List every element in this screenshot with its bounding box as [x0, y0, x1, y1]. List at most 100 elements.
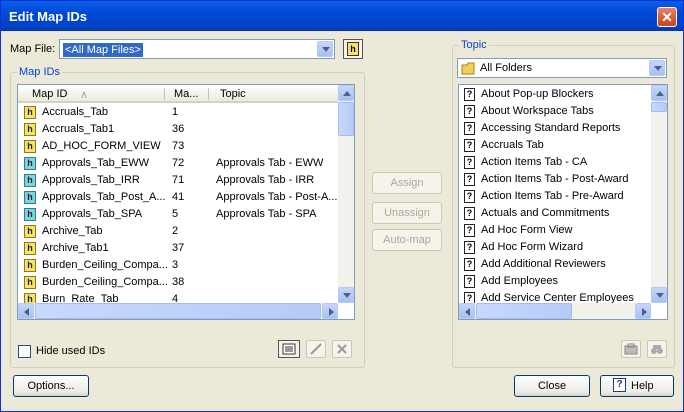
map-ids-group-label: Map IDs	[17, 66, 62, 78]
topic-label: Accessing Standard Reports	[481, 122, 621, 134]
scroll-left-icon[interactable]	[18, 303, 34, 319]
map-number-cell: 37	[172, 242, 185, 254]
column-divider[interactable]	[164, 88, 165, 100]
table-row[interactable]: h Burden_Ceiling_Compa... 3	[18, 257, 338, 274]
topic-icon: ?	[464, 207, 475, 220]
close-button[interactable]: Close	[514, 375, 590, 397]
map-ids-list[interactable]: Map ID ∧ Ma... Topic h Accruals_Tab 1 h Accr…	[17, 84, 355, 320]
options-button[interactable]: Options...	[13, 375, 89, 397]
table-row[interactable]: h Accruals_Tab 1	[18, 104, 338, 121]
map-number-cell: 72	[172, 157, 185, 169]
delete-x-icon	[337, 344, 347, 354]
auto-map-button[interactable]: Auto-map	[372, 229, 442, 251]
topic-icon: ?	[464, 258, 475, 271]
assigned-map-id-icon: h	[24, 208, 36, 221]
topic-cell: Approvals Tab - IRR	[216, 174, 315, 186]
table-row[interactable]: h Approvals_Tab_Post_A... 41 Approvals Tab …	[18, 189, 338, 206]
scroll-down-icon[interactable]	[338, 287, 354, 303]
topic-hscrollbar[interactable]	[459, 303, 651, 319]
scroll-left-icon[interactable]	[459, 303, 475, 319]
scroll-up-icon[interactable]	[651, 85, 667, 101]
topic-vscrollbar[interactable]	[651, 85, 667, 303]
map-id-icon: h	[24, 276, 36, 289]
toolbox-icon	[624, 343, 638, 355]
list-item[interactable]: ? Ad Hoc Form Wizard	[459, 239, 651, 256]
map-id-cell: Archive_Tab	[42, 225, 103, 237]
table-row[interactable]: h AD_HOC_FORM_VIEW 73	[18, 138, 338, 155]
column-map-id[interactable]: Map ID	[32, 88, 67, 100]
topic-list[interactable]: ? About Pop-up Blockers? About Workspace T…	[458, 84, 668, 320]
map-id-icon: h	[24, 106, 36, 119]
list-item[interactable]: ? Add Additional Reviewers	[459, 256, 651, 273]
list-item[interactable]: ? Action Items Tab - CA	[459, 154, 651, 171]
chevron-down-icon[interactable]	[649, 60, 665, 76]
list-item[interactable]: ? Actuals and Commitments	[459, 205, 651, 222]
horizontal-scroll-thumb[interactable]	[476, 303, 572, 319]
topic-icon: ?	[464, 156, 475, 169]
table-row[interactable]: h Approvals_Tab_SPA 5 Approvals Tab - SPA	[18, 206, 338, 223]
folder-icon	[461, 62, 475, 75]
map-id-icon: h	[24, 259, 36, 272]
list-item[interactable]: ? Accruals Tab	[459, 137, 651, 154]
scroll-right-icon[interactable]	[635, 303, 651, 319]
list-item[interactable]: ? Action Items Tab - Pre-Award	[459, 188, 651, 205]
list-item[interactable]: ? About Workspace Tabs	[459, 103, 651, 120]
scroll-down-icon[interactable]	[651, 287, 667, 303]
chevron-down-icon[interactable]	[317, 41, 333, 57]
map-ids-header: Map ID ∧ Ma... Topic	[18, 85, 338, 103]
help-button[interactable]: ? Help	[600, 375, 674, 397]
new-map-file-button[interactable]: h	[343, 39, 363, 59]
map-id-cell: Burden_Ceiling_Compa...	[42, 276, 168, 288]
map-id-cell: Accruals_Tab	[42, 106, 109, 118]
folder-select[interactable]: All Folders	[457, 58, 667, 78]
table-row[interactable]: h Burden_Ceiling_Compa... 38	[18, 274, 338, 291]
list-item[interactable]: ? About Pop-up Blockers	[459, 86, 651, 103]
topic-label: Ad Hoc Form Wizard	[481, 241, 584, 253]
table-row[interactable]: h Archive_Tab1 37	[18, 240, 338, 257]
close-icon[interactable]: ✕	[657, 7, 677, 27]
assign-button[interactable]: Assign	[372, 172, 442, 194]
topic-icon: ?	[464, 190, 475, 203]
scroll-right-icon[interactable]	[322, 303, 338, 319]
properties-button[interactable]	[278, 340, 300, 358]
list-item[interactable]: ? Accessing Standard Reports	[459, 120, 651, 137]
table-row[interactable]: h Accruals_Tab1 36	[18, 121, 338, 138]
table-row[interactable]: h Approvals_Tab_EWW 72 Approvals Tab - EWW	[18, 155, 338, 172]
map-id-cell: Archive_Tab1	[42, 242, 109, 254]
hide-used-ids-checkbox[interactable]	[18, 345, 31, 358]
map-id-cell: Approvals_Tab_EWW	[42, 157, 149, 169]
topic-label: Action Items Tab - Post-Award	[481, 173, 629, 185]
horizontal-scroll-thumb[interactable]	[35, 303, 321, 319]
map-ids-hscrollbar[interactable]	[18, 303, 338, 319]
topic-properties-button[interactable]	[621, 340, 641, 358]
topic-group-label: Topic	[459, 39, 489, 51]
vertical-scroll-thumb[interactable]	[651, 102, 667, 112]
edit-button[interactable]	[306, 340, 326, 358]
pencil-icon	[310, 343, 322, 355]
map-number-cell: 71	[172, 174, 185, 186]
list-item[interactable]: ? Add Employees	[459, 273, 651, 290]
table-row[interactable]: h Approvals_Tab_IRR 71 Approvals Tab - IRR	[18, 172, 338, 189]
unassign-button[interactable]: Unassign	[372, 202, 442, 224]
column-map-number[interactable]: Ma...	[174, 88, 198, 100]
list-properties-icon	[282, 343, 296, 355]
vertical-scroll-thumb[interactable]	[338, 102, 354, 136]
map-number-cell: 2	[172, 225, 179, 237]
sort-indicator-icon: ∧	[80, 89, 89, 101]
map-id-icon: h	[24, 123, 36, 136]
map-id-cell: Approvals_Tab_Post_A...	[42, 191, 166, 203]
scroll-up-icon[interactable]	[338, 85, 354, 101]
table-row[interactable]: h Archive_Tab 2	[18, 223, 338, 240]
find-topic-button[interactable]	[647, 340, 667, 358]
list-item[interactable]: ? Action Items Tab - Post-Award	[459, 171, 651, 188]
topic-icon: ?	[464, 241, 475, 254]
assigned-map-id-icon: h	[24, 157, 36, 170]
delete-button[interactable]	[332, 340, 352, 358]
map-id-cell: Approvals_Tab_SPA	[42, 208, 143, 220]
map-ids-vscrollbar[interactable]	[338, 85, 354, 303]
column-topic[interactable]: Topic	[220, 88, 246, 100]
map-number-cell: 41	[172, 191, 185, 203]
map-file-select[interactable]: <All Map Files>	[59, 39, 335, 59]
list-item[interactable]: ? Ad Hoc Form View	[459, 222, 651, 239]
column-divider[interactable]	[208, 88, 209, 100]
